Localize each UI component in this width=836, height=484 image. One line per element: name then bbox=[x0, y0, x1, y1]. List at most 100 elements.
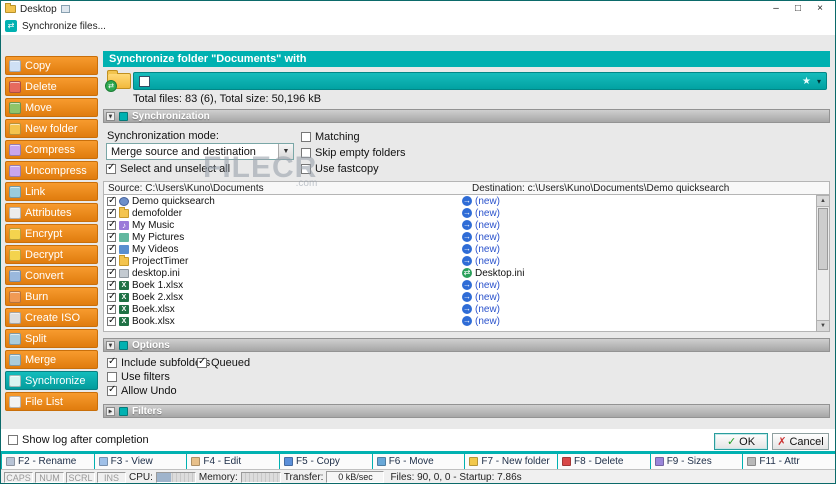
function-key-item[interactable]: F11 - Attr bbox=[742, 454, 835, 469]
sidebar-button-icon bbox=[9, 186, 21, 198]
file-checkbox[interactable] bbox=[107, 245, 116, 254]
select-all-checkbox[interactable]: Select and unselect all bbox=[106, 163, 230, 175]
sidebar-button[interactable]: Link bbox=[5, 182, 98, 201]
options-checkbox[interactable]: Include subfolders bbox=[107, 357, 210, 369]
sidebar-button[interactable]: Synchronize bbox=[5, 371, 98, 390]
target-selector[interactable] bbox=[133, 72, 827, 90]
file-checkbox[interactable] bbox=[107, 197, 116, 206]
section-header-filters[interactable]: Filters bbox=[103, 404, 830, 418]
sidebar-button[interactable]: New folder bbox=[5, 119, 98, 138]
sidebar-button[interactable]: Encrypt bbox=[5, 224, 98, 243]
scroll-up-icon[interactable] bbox=[817, 196, 829, 207]
minimize-button[interactable]: – bbox=[765, 3, 787, 16]
sidebar-button-label: Split bbox=[25, 333, 46, 345]
ok-button[interactable]: OK bbox=[714, 433, 768, 450]
section-header-synchronization[interactable]: Synchronization bbox=[103, 109, 830, 123]
sidebar-button[interactable]: Burn bbox=[5, 287, 98, 306]
file-row[interactable]: Boek 2.xlsx (new) bbox=[104, 291, 829, 303]
file-row[interactable]: My Videos (new) bbox=[104, 243, 829, 255]
checkbox-box[interactable] bbox=[301, 148, 311, 158]
file-row[interactable]: My Music (new) bbox=[104, 219, 829, 231]
file-row[interactable]: Demo quicksearch (new) bbox=[104, 195, 829, 207]
options-checkbox[interactable]: Use filters bbox=[107, 371, 170, 383]
sync-option-checkbox[interactable]: Use fastcopy bbox=[301, 163, 405, 175]
target-dropdown-chevron-icon[interactable] bbox=[817, 77, 821, 86]
sidebar-button[interactable]: Split bbox=[5, 329, 98, 348]
sync-option-checkbox[interactable]: Matching bbox=[301, 131, 405, 143]
checkbox-box[interactable] bbox=[197, 358, 207, 368]
sidebar-button-icon bbox=[9, 165, 21, 177]
file-row[interactable]: Boek 1.xlsx (new) bbox=[104, 279, 829, 291]
file-checkbox[interactable] bbox=[107, 269, 116, 278]
function-key-item[interactable]: F9 - Sizes bbox=[650, 454, 743, 469]
checkbox-box[interactable] bbox=[301, 132, 311, 142]
file-row[interactable]: Boek.xlsx (new) bbox=[104, 303, 829, 315]
sidebar-button[interactable]: Attributes bbox=[5, 203, 98, 222]
close-button[interactable]: × bbox=[809, 3, 831, 16]
checkbox-box[interactable] bbox=[8, 435, 18, 445]
sidebar-button[interactable]: Merge bbox=[5, 350, 98, 369]
show-log-checkbox[interactable]: Show log after completion bbox=[8, 434, 149, 446]
collapse-arrow-icon[interactable] bbox=[106, 341, 115, 350]
file-checkbox[interactable] bbox=[107, 221, 116, 230]
sidebar-button[interactable]: File List bbox=[5, 392, 98, 411]
scroll-down-icon[interactable] bbox=[817, 320, 829, 331]
function-key-item[interactable]: F3 - View bbox=[94, 454, 187, 469]
checkbox-box[interactable] bbox=[106, 164, 116, 174]
file-row[interactable]: ProjectTimer (new) bbox=[104, 255, 829, 267]
memory-meter bbox=[241, 472, 281, 483]
cancel-button[interactable]: Cancel bbox=[772, 433, 829, 450]
destination-cell: (new) bbox=[462, 256, 500, 267]
file-checkbox[interactable] bbox=[107, 293, 116, 302]
dialog-title: Synchronize files... bbox=[22, 21, 106, 32]
function-key-item[interactable]: F8 - Delete bbox=[557, 454, 650, 469]
destination-column-header[interactable]: Destination: c:\Users\Kuno\Documents\Dem… bbox=[468, 183, 729, 194]
file-list-scrollbar[interactable] bbox=[816, 195, 830, 332]
options-checkbox[interactable]: Allow Undo bbox=[107, 385, 177, 397]
sync-option-checkbox[interactable]: Skip empty folders bbox=[301, 147, 405, 159]
window-titlebar: Desktop – □ × bbox=[1, 1, 835, 17]
checkbox-box[interactable] bbox=[301, 164, 311, 174]
file-row[interactable]: Book.xlsx (new) bbox=[104, 315, 829, 327]
sidebar-button[interactable]: Decrypt bbox=[5, 245, 98, 264]
checkbox-box[interactable] bbox=[107, 372, 117, 382]
sync-mode-select[interactable]: Merge source and destination bbox=[106, 143, 294, 160]
sidebar-button[interactable]: Compress bbox=[5, 140, 98, 159]
function-key-item[interactable]: F7 - New folder bbox=[464, 454, 557, 469]
file-checkbox[interactable] bbox=[107, 281, 116, 290]
checkbox-label: Allow Undo bbox=[121, 385, 177, 397]
maximize-button[interactable]: □ bbox=[787, 3, 809, 16]
options-checkbox[interactable]: Queued bbox=[197, 357, 250, 369]
section-header-options[interactable]: Options bbox=[103, 338, 830, 352]
sidebar-button[interactable]: Delete bbox=[5, 77, 98, 96]
scrollbar-thumb[interactable] bbox=[818, 208, 828, 270]
function-key-item[interactable]: F5 - Copy bbox=[279, 454, 372, 469]
dropdown-arrow-icon[interactable] bbox=[278, 144, 293, 159]
collapse-arrow-icon[interactable] bbox=[106, 407, 115, 416]
destination-name: (new) bbox=[475, 316, 500, 327]
sidebar-button[interactable]: Convert bbox=[5, 266, 98, 285]
sidebar-button[interactable]: Create ISO bbox=[5, 308, 98, 327]
file-type-icon bbox=[119, 305, 129, 314]
function-key-item[interactable]: F6 - Move bbox=[372, 454, 465, 469]
file-checkbox[interactable] bbox=[107, 257, 116, 266]
checkbox-box[interactable] bbox=[107, 358, 117, 368]
file-checkbox[interactable] bbox=[107, 317, 116, 326]
section-title: Synchronization bbox=[132, 111, 210, 122]
file-row[interactable]: desktop.ini Desktop.ini bbox=[104, 267, 829, 279]
file-row[interactable]: My Pictures (new) bbox=[104, 231, 829, 243]
sidebar-button[interactable]: Copy bbox=[5, 56, 98, 75]
function-key-item[interactable]: F4 - Edit bbox=[186, 454, 279, 469]
checkbox-box[interactable] bbox=[107, 386, 117, 396]
file-checkbox[interactable] bbox=[107, 209, 116, 218]
source-column-header[interactable]: Source: C:\Users\Kuno\Documents bbox=[104, 183, 468, 194]
favorite-star-icon[interactable] bbox=[802, 76, 811, 87]
sidebar-button[interactable]: Move bbox=[5, 98, 98, 117]
function-key-item[interactable]: F2 - Rename bbox=[1, 454, 94, 469]
file-row[interactable]: demofolder (new) bbox=[104, 207, 829, 219]
sync-direction-icon bbox=[462, 292, 472, 302]
collapse-arrow-icon[interactable] bbox=[106, 112, 115, 121]
sidebar-button[interactable]: Uncompress bbox=[5, 161, 98, 180]
file-checkbox[interactable] bbox=[107, 305, 116, 314]
file-checkbox[interactable] bbox=[107, 233, 116, 242]
